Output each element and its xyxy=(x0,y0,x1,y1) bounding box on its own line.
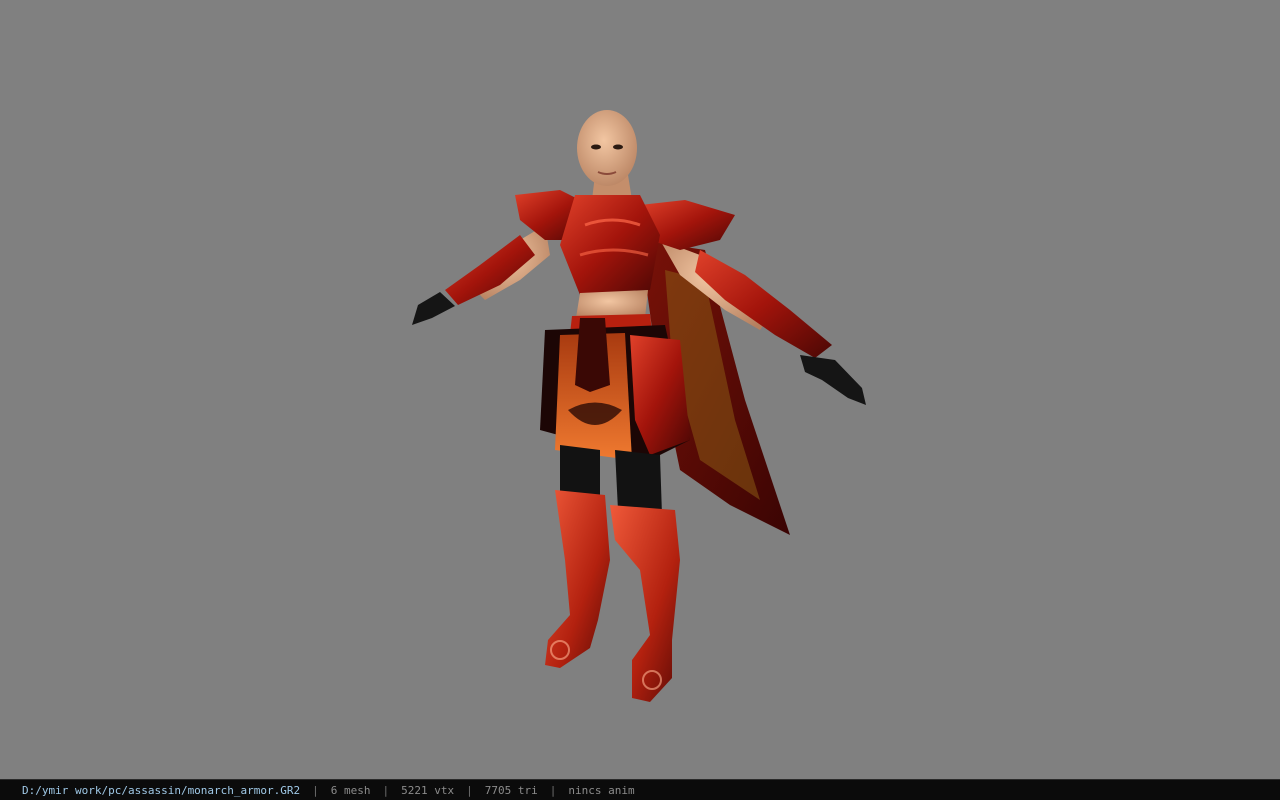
triangle-count: 7705 tri xyxy=(484,783,538,797)
right-glove xyxy=(800,355,866,405)
status-separator: | xyxy=(312,783,319,797)
armor-model-render[interactable] xyxy=(0,0,1280,779)
vertex-count: 5221 vtx xyxy=(401,783,455,797)
chest-armor xyxy=(560,195,660,295)
animation-status: nincs anim xyxy=(568,783,635,797)
model-viewport[interactable] xyxy=(0,0,1280,779)
right-boot xyxy=(610,505,680,702)
midriff xyxy=(576,290,648,318)
status-bar: D:/ymir work/pc/assassin/monarch_armor.G… xyxy=(0,779,1280,800)
left-glove xyxy=(412,292,455,325)
belt-buckle xyxy=(575,318,610,392)
left-boot xyxy=(545,490,610,668)
status-separator: | xyxy=(549,783,557,797)
right-leg xyxy=(615,450,662,515)
mesh-count: 6 mesh xyxy=(330,783,371,797)
status-separator: | xyxy=(466,783,473,797)
status-separator: | xyxy=(382,783,390,797)
file-path: D:/ymir work/pc/assassin/monarch_armor.G… xyxy=(22,783,301,797)
